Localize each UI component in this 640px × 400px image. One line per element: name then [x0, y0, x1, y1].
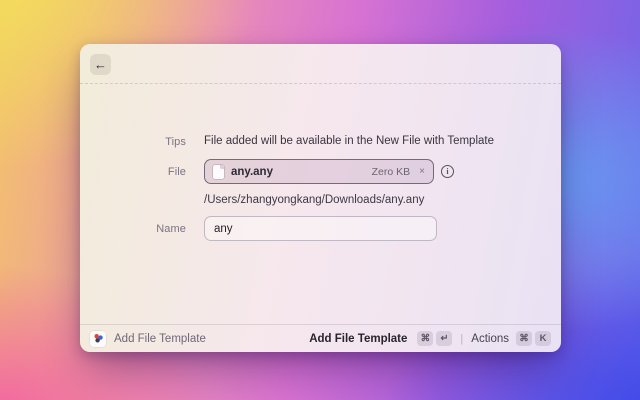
file-path-text: /Users/zhangyongkang/Downloads/any.any: [204, 194, 424, 206]
cmd-key-icon[interactable]: ⌘: [417, 331, 433, 346]
footer-command-title: Add File Template: [114, 333, 206, 345]
name-input[interactable]: [204, 216, 437, 241]
info-icon[interactable]: i: [441, 165, 454, 178]
file-chip[interactable]: any.any Zero KB ×: [204, 159, 434, 184]
window-header: ←: [80, 44, 561, 84]
extension-icon: [90, 331, 106, 347]
footer-action-bar: Add File Template Add File Template ⌘ ↵ …: [80, 324, 561, 352]
k-key-icon[interactable]: K: [535, 331, 551, 346]
file-size-badge: Zero KB: [372, 166, 411, 178]
file-icon: [213, 165, 224, 179]
info-glyph: i: [446, 167, 448, 176]
add-file-template-window: ← Tips File added will be available in t…: [80, 44, 561, 352]
tips-label: Tips: [80, 136, 186, 148]
return-key-icon[interactable]: ↵: [436, 331, 452, 346]
tips-text: File added will be available in the New …: [204, 135, 494, 147]
file-label: File: [80, 166, 186, 178]
actions-button[interactable]: Actions: [471, 333, 509, 345]
file-name: any.any: [231, 166, 365, 178]
back-button[interactable]: ←: [90, 54, 111, 75]
primary-action-button[interactable]: Add File Template: [309, 333, 407, 345]
back-arrow-icon: ←: [94, 57, 107, 72]
template-logo-icon: [93, 333, 104, 344]
name-label: Name: [80, 223, 186, 235]
cmd-key-icon[interactable]: ⌘: [516, 331, 532, 346]
remove-file-icon[interactable]: ×: [419, 166, 425, 177]
footer-divider: |: [460, 333, 463, 345]
